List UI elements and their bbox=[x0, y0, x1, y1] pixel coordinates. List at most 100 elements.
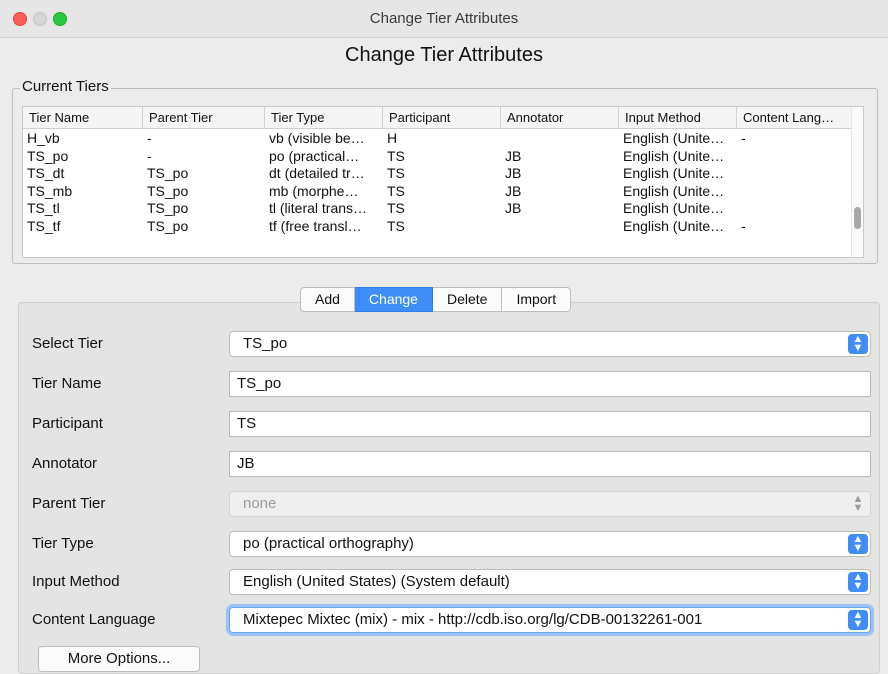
tiers-table-scrollbar[interactable] bbox=[851, 107, 863, 257]
cell-input-method: English (Unite… bbox=[623, 200, 725, 216]
cell-participant: TS bbox=[387, 165, 405, 181]
select-tier-row: Select Tier TS_po ▲ ▼ bbox=[22, 325, 878, 365]
cell-input-method: English (Unite… bbox=[623, 182, 725, 199]
cell-parent-tier: TS_po bbox=[147, 182, 189, 199]
tab-delete[interactable]: Delete bbox=[432, 287, 503, 312]
column-header-tier-name[interactable]: Tier Name bbox=[23, 107, 143, 129]
annotator-input[interactable]: JB bbox=[229, 451, 871, 477]
input-method-value: English (United States) (System default) bbox=[243, 573, 510, 590]
cell-tier-name: TS_tf bbox=[27, 217, 61, 234]
cell-tier-type: mb (morphe… bbox=[269, 182, 359, 199]
action-tabs: Add Change Delete Import bbox=[300, 287, 572, 312]
cell-tier-type: vb (visible be… bbox=[269, 130, 365, 146]
cell-content-language bbox=[737, 148, 853, 165]
tier-type-value: po (practical orthography) bbox=[243, 535, 414, 552]
cell-parent-tier: TS_po bbox=[147, 165, 189, 181]
input-method-row: Input Method English (United States) (Sy… bbox=[22, 563, 878, 603]
input-method-dropdown[interactable]: English (United States) (System default)… bbox=[229, 569, 871, 595]
cell-tier-name: TS_dt bbox=[27, 165, 65, 181]
cell-content-language: - bbox=[741, 130, 746, 146]
tab-add[interactable]: Add bbox=[300, 287, 355, 312]
dropdown-arrows-icon: ▲ ▼ bbox=[848, 334, 868, 354]
input-method-label: Input Method bbox=[32, 573, 120, 590]
column-header-content-language[interactable]: Content Lang… bbox=[737, 107, 853, 129]
cell-content-language bbox=[737, 183, 853, 200]
cell-annotator: JB bbox=[505, 200, 522, 216]
cell-input-method: English (Unite… bbox=[623, 165, 725, 181]
cell-tier-type: dt (detailed tr… bbox=[269, 165, 365, 181]
table-row[interactable]: TS_tl TS_po tl (literal trans… TS JB English … bbox=[23, 200, 853, 217]
participant-label: Participant bbox=[32, 415, 103, 432]
select-tier-label: Select Tier bbox=[32, 335, 103, 352]
title-bar: Change Tier Attributes bbox=[0, 0, 888, 38]
tab-import[interactable]: Import bbox=[502, 287, 572, 312]
tier-name-row: Tier Name TS_po bbox=[22, 365, 878, 405]
dropdown-arrows-icon: ▲ ▼ bbox=[848, 572, 868, 592]
cell-tier-name: TS_po bbox=[27, 147, 69, 164]
select-tier-dropdown[interactable]: TS_po ▲ ▼ bbox=[229, 331, 871, 357]
tier-type-label: Tier Type bbox=[32, 535, 94, 552]
cell-input-method: English (Unite… bbox=[623, 147, 725, 164]
cell-annotator: JB bbox=[505, 182, 522, 199]
cell-input-method: English (Unite… bbox=[623, 217, 725, 234]
select-tier-value: TS_po bbox=[243, 335, 288, 352]
column-header-input-method[interactable]: Input Method bbox=[619, 107, 737, 129]
tier-type-dropdown[interactable]: po (practical orthography) ▲ ▼ bbox=[229, 531, 871, 557]
dropdown-arrows-icon: ▲ ▼ bbox=[852, 493, 864, 514]
column-header-tier-type[interactable]: Tier Type bbox=[265, 107, 383, 129]
content-language-label: Content Language bbox=[32, 611, 156, 628]
cell-annotator bbox=[501, 218, 619, 235]
content-language-value: Mixtepec Mixtec (mix) - mix - http://cdb… bbox=[243, 611, 703, 628]
cell-tier-name: TS_mb bbox=[27, 182, 73, 199]
parent-tier-row: Parent Tier none ▲ ▼ bbox=[22, 485, 878, 525]
cell-parent-tier: - bbox=[147, 147, 152, 164]
dropdown-arrows-icon: ▲ ▼ bbox=[848, 610, 868, 630]
table-row[interactable]: TS_po - po (practical… TS JB English (Unite… bbox=[23, 148, 853, 165]
column-header-participant[interactable]: Participant bbox=[383, 107, 501, 129]
cell-participant: TS bbox=[387, 182, 405, 199]
participant-row: Participant TS bbox=[22, 405, 878, 445]
cell-tier-name: TS_tl bbox=[27, 200, 60, 216]
tier-name-input[interactable]: TS_po bbox=[229, 371, 871, 397]
tiers-table: Tier Name Parent Tier Tier Type Particip… bbox=[22, 106, 864, 258]
annotator-label: Annotator bbox=[32, 455, 98, 472]
parent-tier-value: none bbox=[243, 495, 277, 512]
column-header-annotator[interactable]: Annotator bbox=[501, 107, 619, 129]
cell-annotator: JB bbox=[505, 147, 522, 164]
table-row[interactable]: TS_mb TS_po mb (morphe… TS JB English (Unite… bbox=[23, 183, 853, 200]
cell-parent-tier: TS_po bbox=[147, 217, 189, 234]
cell-parent-tier: - bbox=[147, 130, 152, 146]
cell-participant: TS bbox=[387, 200, 405, 216]
cell-input-method: English (Unite… bbox=[623, 130, 725, 146]
cell-parent-tier: TS_po bbox=[147, 200, 189, 216]
cell-content-language: - bbox=[741, 217, 746, 234]
cell-content-language bbox=[737, 165, 853, 182]
cell-annotator: JB bbox=[505, 165, 522, 181]
cell-participant: TS bbox=[387, 217, 405, 234]
content-language-dropdown[interactable]: Mixtepec Mixtec (mix) - mix - http://cdb… bbox=[229, 607, 871, 633]
more-options-button[interactable]: More Options... bbox=[38, 646, 200, 672]
dropdown-arrows-icon: ▲ ▼ bbox=[848, 534, 868, 554]
tab-change[interactable]: Change bbox=[354, 287, 433, 312]
content-language-row: Content Language Mixtepec Mixtec (mix) -… bbox=[22, 601, 878, 641]
current-tiers-label: Current Tiers bbox=[20, 78, 111, 95]
parent-tier-label: Parent Tier bbox=[32, 495, 106, 512]
cell-tier-type: tf (free transl… bbox=[269, 217, 362, 234]
parent-tier-dropdown: none ▲ ▼ bbox=[229, 491, 871, 517]
cell-annotator bbox=[501, 130, 619, 147]
cell-tier-type: po (practical… bbox=[269, 147, 360, 164]
annotator-row: Annotator JB bbox=[22, 445, 878, 485]
dialog-heading: Change Tier Attributes bbox=[345, 44, 543, 66]
column-header-parent-tier[interactable]: Parent Tier bbox=[143, 107, 265, 129]
scroll-thumb[interactable] bbox=[854, 207, 861, 229]
tier-type-row: Tier Type po (practical orthography) ▲ ▼ bbox=[22, 525, 878, 565]
window-title: Change Tier Attributes bbox=[369, 10, 519, 27]
tier-name-label: Tier Name bbox=[32, 375, 102, 392]
participant-input[interactable]: TS bbox=[229, 411, 871, 437]
table-row[interactable]: H_vb - vb (visible be… H English (Unite… - bbox=[23, 130, 853, 147]
table-row[interactable]: TS_dt TS_po dt (detailed tr… TS JB English (U… bbox=[23, 165, 853, 182]
table-row[interactable]: TS_tf TS_po tf (free transl… TS English (Uni… bbox=[23, 218, 853, 235]
cell-participant: TS bbox=[387, 147, 405, 164]
cell-tier-type: tl (literal trans… bbox=[269, 200, 368, 216]
tiers-table-header: Tier Name Parent Tier Tier Type Particip… bbox=[23, 107, 853, 129]
